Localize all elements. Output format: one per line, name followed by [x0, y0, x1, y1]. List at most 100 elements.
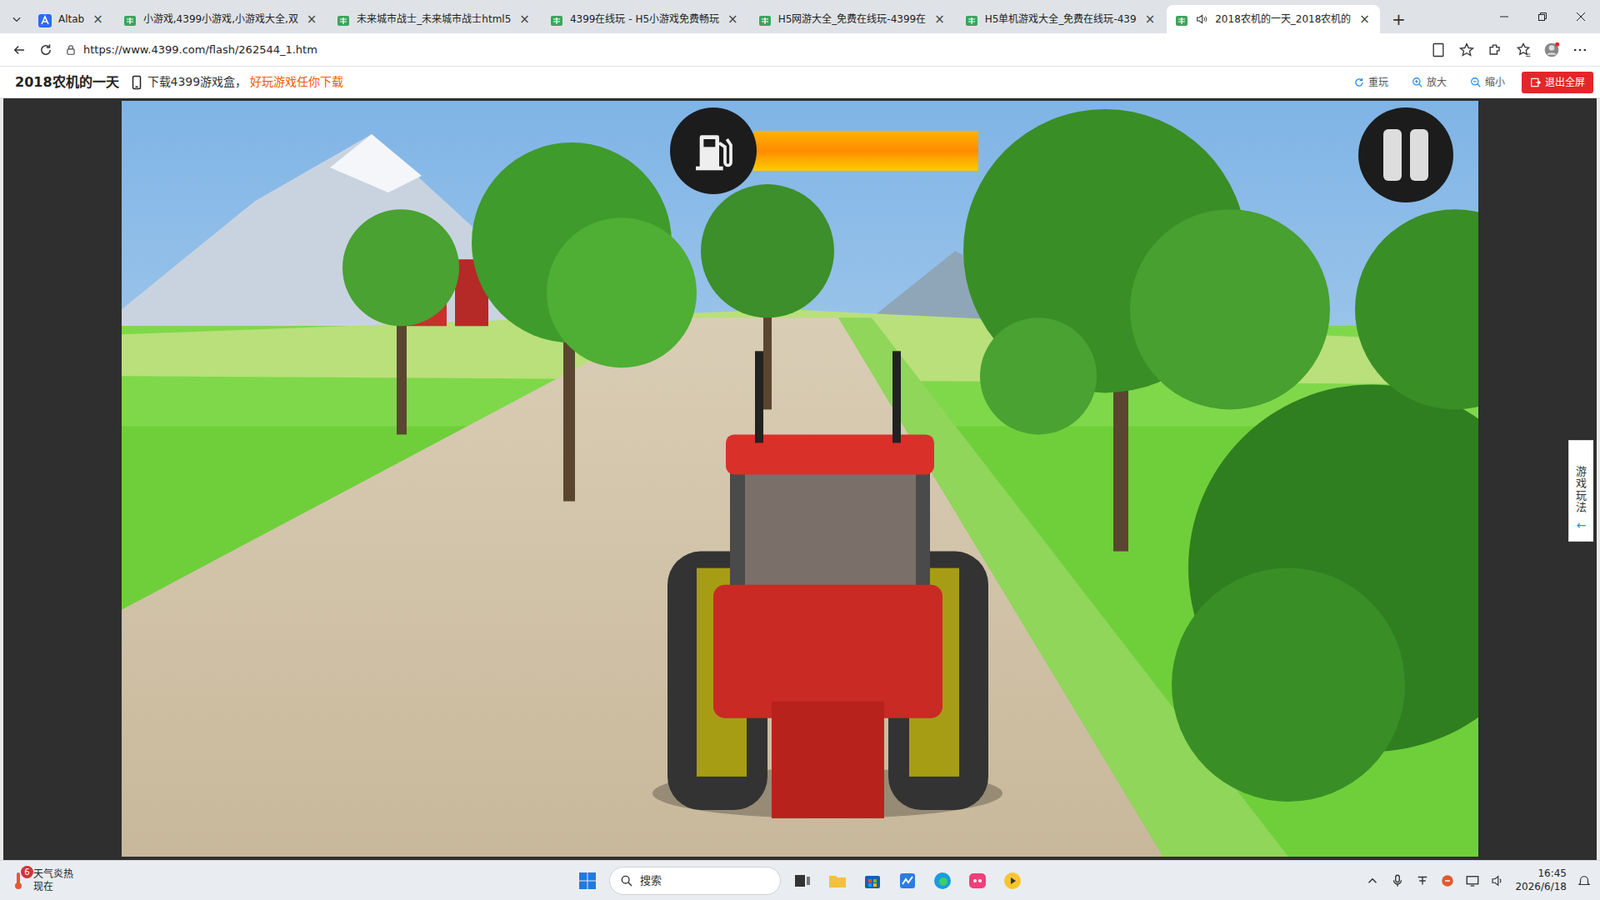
game-app-icon[interactable] — [964, 867, 991, 895]
game-title: 2018农机的一天 — [15, 72, 120, 93]
tab-close-button[interactable]: × — [517, 10, 532, 30]
search-placeholder: 搜索 — [640, 872, 662, 890]
tab-list-icon[interactable] — [5, 5, 29, 34]
game-box-promo[interactable]: 下载4399游戏盒，好玩游戏任你下载 — [129, 73, 345, 91]
profile-icon[interactable] — [1543, 41, 1560, 59]
promo-text: 下载4399游戏盒， — [147, 73, 248, 91]
tab-strip: Altab×小游戏,4399小游戏,小游戏大全,双×未来城市战士_未来城市战士h… — [0, 0, 1600, 34]
browser-tab[interactable]: Altab× — [30, 5, 114, 34]
fuel-gauge — [670, 107, 979, 195]
windows-start-icon[interactable] — [574, 867, 601, 895]
game-guide-tab[interactable]: 游戏玩法 ← — [1568, 440, 1594, 542]
game-canvas[interactable] — [121, 100, 1479, 857]
tab-label: 未来城市战士_未来城市战士html5 — [356, 11, 511, 27]
page-icon — [1175, 12, 1189, 26]
fuel-pump-icon — [670, 107, 757, 195]
security-icon[interactable] — [1440, 873, 1455, 889]
thermometer-icon: 6 — [8, 870, 29, 891]
extensions-icon[interactable] — [1486, 41, 1504, 59]
star-icon[interactable] — [1458, 41, 1475, 59]
weather-widget[interactable]: 6天气炎热现在 — [8, 868, 74, 893]
edge-icon[interactable] — [929, 867, 956, 895]
page-icon — [965, 12, 979, 26]
button-label: 缩小 — [1485, 75, 1505, 90]
pause-bar-icon — [1383, 129, 1402, 181]
taskbar-apps: 搜索 — [574, 866, 1026, 895]
browser-tab[interactable]: H5单机游戏大全_免费在线玩-439 × — [956, 5, 1165, 34]
pause-bar-icon — [1410, 129, 1429, 181]
exit-icon — [1530, 76, 1542, 89]
tab-close-button[interactable]: × — [932, 10, 947, 30]
weather-title: 天气炎热 — [33, 868, 74, 880]
browser-tab[interactable]: 4399在线玩 - H5小游戏免费畅玩 × — [541, 5, 749, 34]
zoom-in-button[interactable]: 放大 — [1405, 72, 1454, 93]
back-icon — [11, 42, 27, 58]
browser-tab[interactable]: 未来城市战士_未来城市战士html5 × — [328, 5, 540, 34]
minimize-icon[interactable] — [1485, 0, 1524, 34]
more-icon[interactable] — [1571, 41, 1589, 59]
pause-button[interactable] — [1358, 107, 1454, 203]
close-window-icon[interactable] — [1561, 0, 1600, 34]
fuel-fill — [753, 130, 979, 171]
button-label: 放大 — [1426, 75, 1447, 90]
page-icon — [336, 12, 350, 26]
new-tab-button[interactable]: + — [1381, 5, 1416, 34]
address-bar: https://www.4399.com/flash/262544_1.htm — [0, 33, 1600, 67]
tab-label: 4399在线玩 - H5小游戏免费畅玩 — [570, 11, 720, 27]
page-icon — [758, 12, 772, 26]
guide-label: 游戏玩法 — [1575, 465, 1587, 514]
browser-tab[interactable]: 2018农机的一天_2018农机的 × — [1166, 5, 1380, 34]
tray-chevron-icon[interactable] — [1365, 873, 1380, 889]
game-stage: 游戏玩法 ← — [0, 98, 1600, 860]
page-header: 2018农机的一天下载4399游戏盒，好玩游戏任你下载重玩放大缩小退出全屏 — [0, 66, 1600, 99]
restore-icon[interactable] — [1523, 0, 1562, 34]
page-icon — [550, 12, 564, 26]
weather-badge: 6 — [20, 865, 34, 879]
tab-label: 2018农机的一天_2018农机的 — [1215, 11, 1351, 27]
zoom-out-button[interactable]: 缩小 — [1463, 72, 1512, 93]
tab-close-button[interactable]: × — [90, 10, 105, 30]
tab-close-button[interactable]: × — [1357, 10, 1372, 30]
game-scene — [121, 100, 1479, 857]
taskbar: 6天气炎热现在搜索16:452026/6/18 — [0, 860, 1600, 900]
browser-tab[interactable]: H5网游大全_免费在线玩-4399在 × — [750, 5, 955, 34]
zoom-out-icon — [1470, 76, 1482, 89]
altab-icon — [38, 12, 52, 26]
speaker-icon — [1195, 12, 1209, 26]
notification-icon[interactable] — [1576, 873, 1592, 889]
page-icon — [123, 12, 137, 26]
button-label: 重玩 — [1368, 75, 1389, 90]
file-explorer-icon[interactable] — [824, 867, 851, 895]
tab-label: H5单机游戏大全_免费在线玩-439 — [985, 11, 1137, 27]
input-method-icon[interactable] — [1415, 873, 1430, 889]
weather-text: 天气炎热现在 — [33, 868, 74, 893]
favorites-icon[interactable] — [1515, 41, 1532, 59]
volume-icon[interactable] — [1490, 873, 1505, 889]
tab-label: H5网游大全_免费在线玩-4399在 — [778, 11, 927, 27]
taskbar-search[interactable]: 搜索 — [609, 866, 781, 895]
button-label: 退出全屏 — [1545, 75, 1585, 90]
weather-subtitle: 现在 — [33, 880, 74, 893]
address-field[interactable]: https://www.4399.com/flash/262544_1.htm — [65, 41, 1419, 59]
tab-close-button[interactable]: × — [1143, 10, 1158, 30]
media-app-icon[interactable] — [999, 867, 1026, 895]
search-icon — [620, 874, 634, 888]
system-tray: 16:452026/6/18 — [1365, 867, 1592, 894]
store-icon[interactable] — [859, 867, 886, 895]
tab-close-button[interactable]: × — [305, 10, 320, 30]
replay-button[interactable]: 重玩 — [1346, 72, 1395, 93]
task-view-icon[interactable] — [789, 867, 816, 895]
guide-arrow[interactable]: ← — [1576, 516, 1587, 535]
network-icon[interactable] — [1465, 873, 1480, 889]
clock[interactable]: 16:452026/6/18 — [1515, 867, 1567, 894]
tab-close-button[interactable]: × — [725, 10, 740, 30]
microphone-icon[interactable] — [1390, 873, 1405, 889]
window-controls — [1485, 0, 1600, 34]
browser-tab[interactable]: 小游戏,4399小游戏,小游戏大全,双× — [115, 5, 328, 34]
exit-fullscreen-button[interactable]: 退出全屏 — [1521, 71, 1594, 94]
replay-icon — [1353, 76, 1365, 89]
reader-icon[interactable] — [1430, 41, 1447, 59]
promo-link[interactable]: 好玩游戏任你下载 — [250, 73, 344, 91]
chart-app-icon[interactable] — [894, 867, 921, 895]
clock-date: 2026/6/18 — [1515, 880, 1567, 895]
